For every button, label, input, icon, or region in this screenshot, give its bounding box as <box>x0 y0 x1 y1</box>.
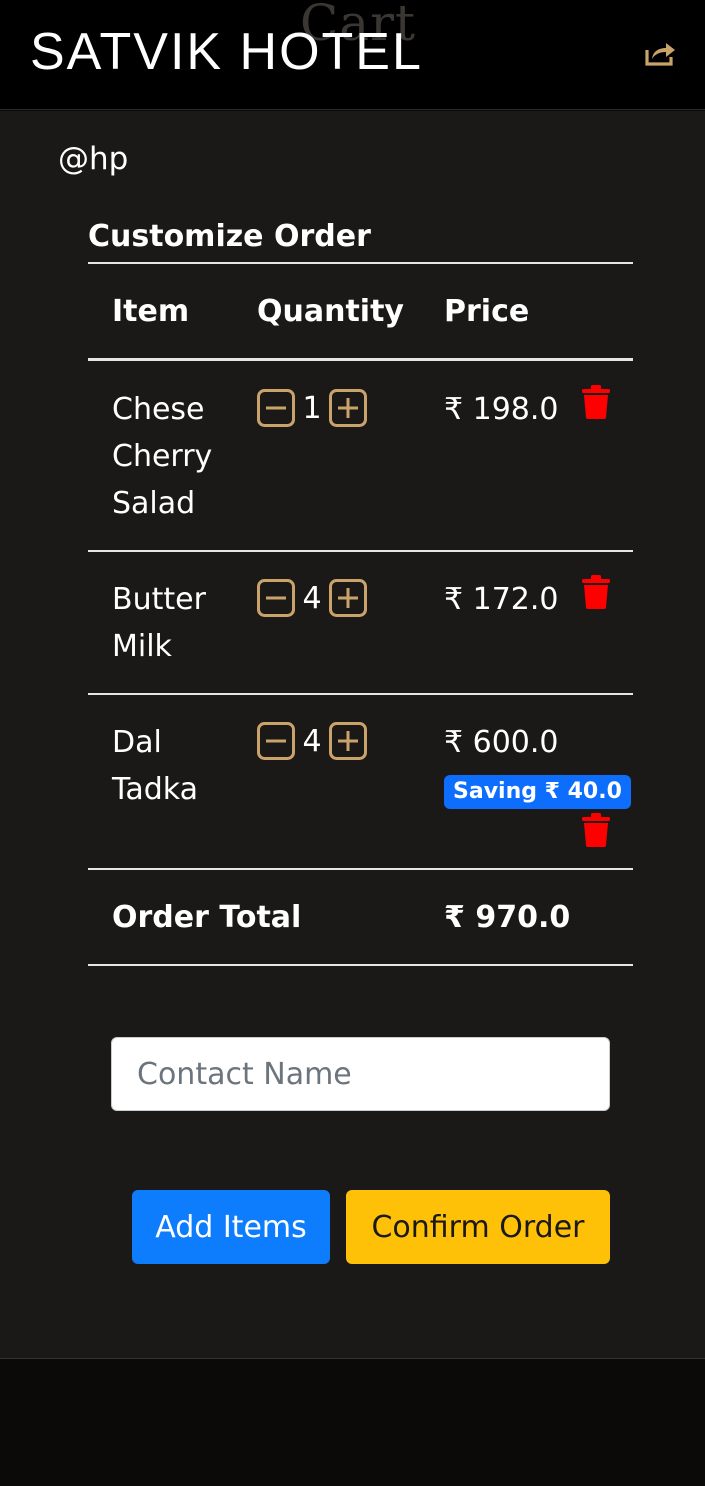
item-name-line: Dal <box>112 725 162 760</box>
column-header-price: Price <box>444 294 530 329</box>
order-total-value: ₹ 970.0 <box>444 900 571 935</box>
decrease-quantity-icon[interactable] <box>257 389 295 427</box>
item-name-line: Cherry <box>112 439 213 474</box>
item-price: ₹ 172.0 <box>444 582 559 617</box>
trash-icon[interactable] <box>582 813 610 847</box>
divider <box>88 358 633 361</box>
column-header-item: Item <box>112 294 190 329</box>
user-handle: @hp <box>58 141 129 177</box>
order-total-label: Order Total <box>112 900 302 935</box>
saving-badge: Saving ₹ 40.0 <box>444 775 631 809</box>
item-name-line: Chese <box>112 392 205 427</box>
increase-quantity-icon[interactable] <box>329 722 367 760</box>
quantity-value: 4 <box>302 580 322 616</box>
item-name-line: Tadka <box>112 772 199 807</box>
item-price: ₹ 198.0 <box>444 392 559 427</box>
divider <box>88 262 633 264</box>
item-name-line: Salad <box>112 486 196 521</box>
decrease-quantity-icon[interactable] <box>257 579 295 617</box>
confirm-order-button[interactable]: Confirm Order <box>346 1190 610 1264</box>
quantity-stepper: 4 <box>257 578 367 618</box>
divider <box>88 693 633 695</box>
quantity-value: 1 <box>302 390 322 426</box>
item-name-line: Milk <box>112 629 172 664</box>
increase-quantity-icon[interactable] <box>329 389 367 427</box>
share-icon[interactable] <box>644 38 676 68</box>
item-name: Butter Milk <box>112 576 206 670</box>
trash-icon[interactable] <box>582 575 610 609</box>
cart-panel: @hp Customize Order Item Quantity Price … <box>0 111 705 1359</box>
quantity-value: 4 <box>302 723 322 759</box>
contact-name-input[interactable] <box>111 1037 610 1111</box>
divider <box>88 550 633 552</box>
divider <box>88 964 633 966</box>
increase-quantity-icon[interactable] <box>329 579 367 617</box>
item-name: Chese Cherry Salad <box>112 386 212 527</box>
divider <box>88 868 633 870</box>
quantity-stepper: 4 <box>257 721 367 761</box>
item-name: Dal Tadka <box>112 719 198 813</box>
footer <box>0 1359 705 1486</box>
column-header-quantity: Quantity <box>257 294 404 329</box>
trash-icon[interactable] <box>582 385 610 419</box>
item-name-line: Butter <box>112 582 206 617</box>
app-header: Cart SATVIK HOTEL <box>0 0 705 110</box>
decrease-quantity-icon[interactable] <box>257 722 295 760</box>
table-caption: Customize Order <box>88 219 371 254</box>
add-items-button[interactable]: Add Items <box>132 1190 330 1264</box>
item-price: ₹ 600.0 <box>444 725 559 760</box>
quantity-stepper: 1 <box>257 388 367 428</box>
brand-title: SATVIK HOTEL <box>30 23 423 81</box>
